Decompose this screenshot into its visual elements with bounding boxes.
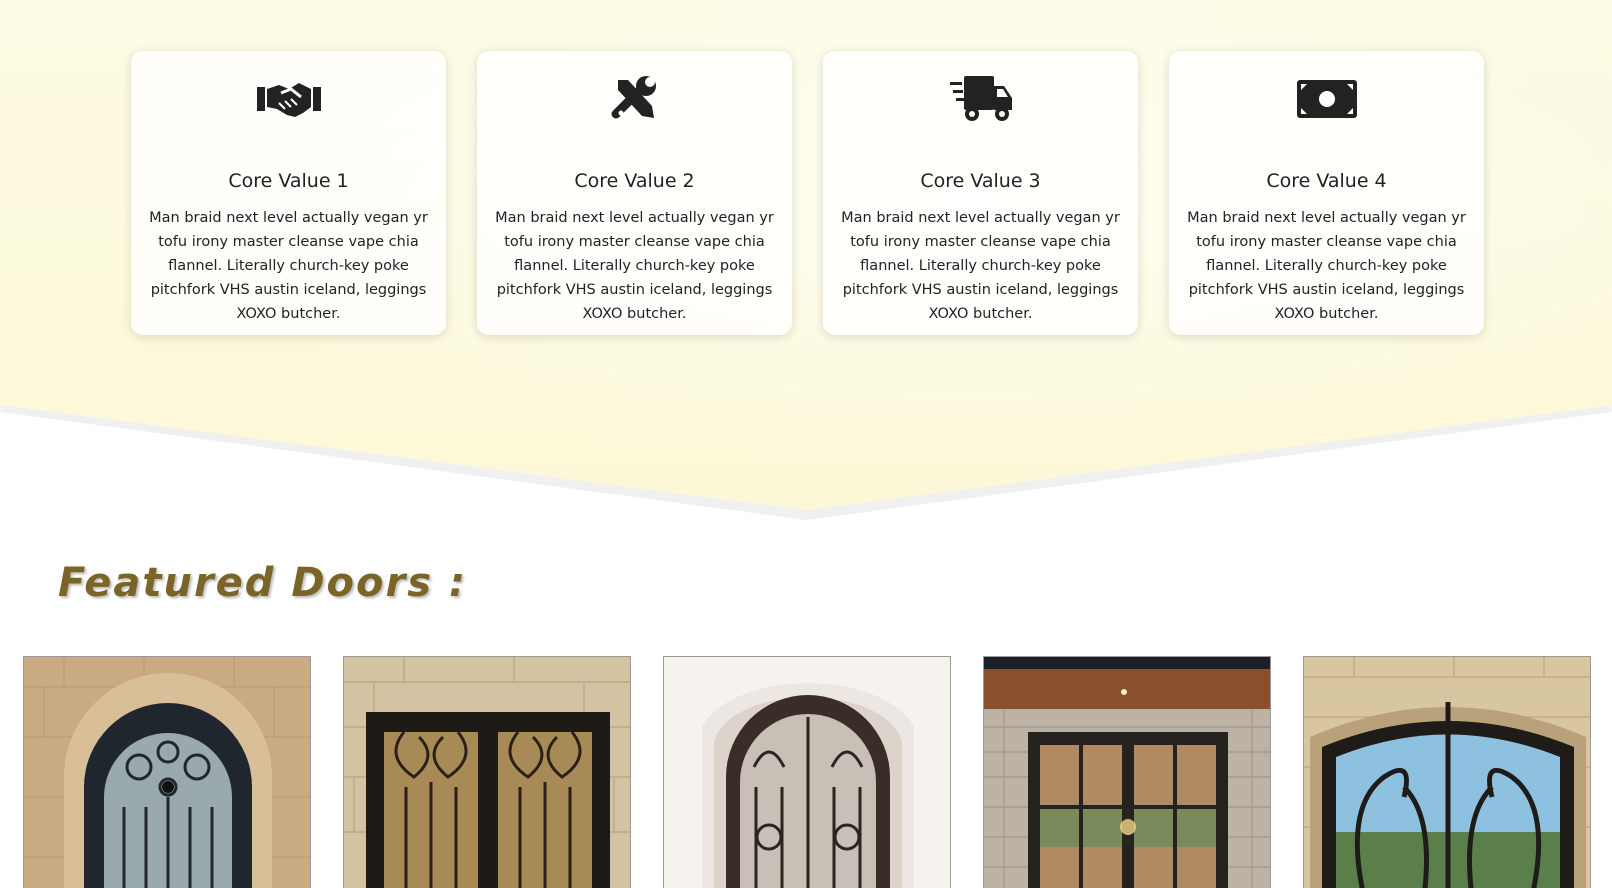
delivery-truck-icon bbox=[823, 73, 1138, 125]
core-value-title: Core Value 3 bbox=[920, 170, 1041, 192]
tools-icon bbox=[477, 73, 792, 125]
handshake-icon bbox=[131, 73, 446, 125]
core-value-card-4: Core Value 4 Man braid next level actual… bbox=[1169, 51, 1484, 335]
core-value-text: Man braid next level actually vegan yr t… bbox=[149, 210, 428, 322]
core-value-card-3: Core Value 3 Man braid next level actual… bbox=[823, 51, 1138, 335]
door-image-5[interactable] bbox=[1303, 656, 1591, 888]
featured-doors-heading: Featured Doors : bbox=[58, 560, 467, 606]
core-value-title: Core Value 4 bbox=[1266, 170, 1387, 192]
core-value-title: Core Value 2 bbox=[574, 170, 695, 192]
core-value-card-2: Core Value 2 Man braid next level actual… bbox=[477, 51, 792, 335]
door-image-3[interactable] bbox=[663, 656, 951, 888]
core-value-card-1: Core Value 1 Man braid next level actual… bbox=[131, 51, 446, 335]
core-value-text: Man braid next level actually vegan yr t… bbox=[495, 210, 774, 322]
core-value-text: Man braid next level actually vegan yr t… bbox=[841, 210, 1120, 322]
door-image-4[interactable] bbox=[983, 656, 1271, 888]
core-value-title: Core Value 1 bbox=[228, 170, 349, 192]
core-value-text: Man braid next level actually vegan yr t… bbox=[1187, 210, 1466, 322]
featured-doors-gallery bbox=[23, 656, 1591, 888]
door-image-1[interactable] bbox=[23, 656, 311, 888]
door-image-2[interactable] bbox=[343, 656, 631, 888]
core-values-row: Core Value 1 Man braid next level actual… bbox=[131, 51, 1484, 335]
money-bill-icon bbox=[1169, 73, 1484, 125]
